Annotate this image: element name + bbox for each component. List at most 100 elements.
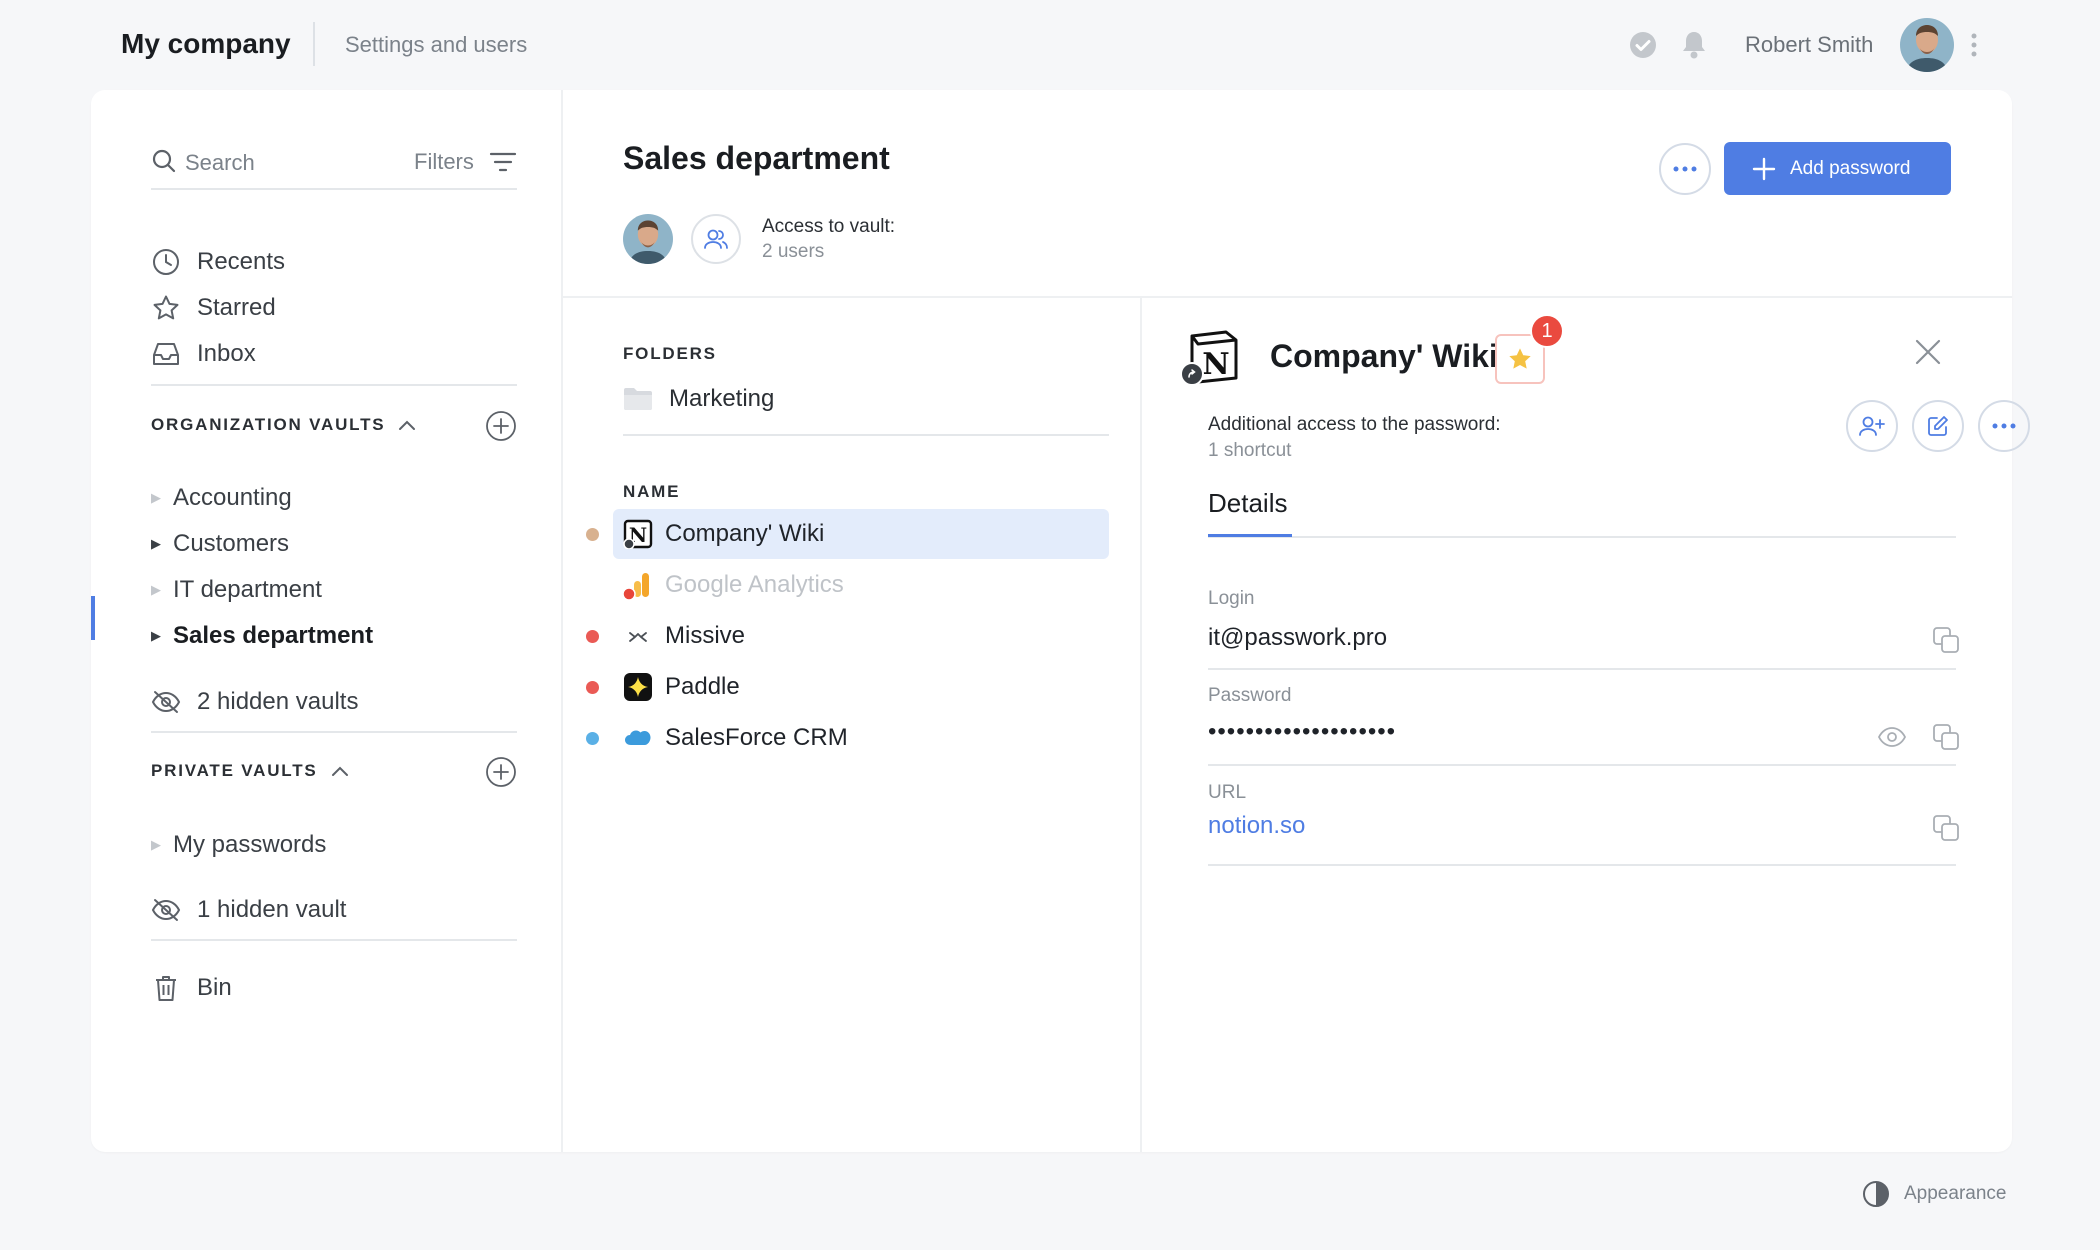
vault-more-button[interactable]: [1659, 143, 1711, 195]
edit-button[interactable]: [1912, 400, 1964, 452]
share-button[interactable]: [1846, 400, 1898, 452]
password-more-button[interactable]: [1978, 400, 2030, 452]
status-dot: [586, 528, 599, 541]
avatar[interactable]: [623, 214, 673, 264]
password-value[interactable]: ••••••••••••••••••••: [1208, 718, 1396, 746]
contrast-icon: [1862, 1180, 1890, 1208]
status-dot: [586, 681, 599, 694]
user-name[interactable]: Robert Smith: [1745, 32, 1873, 58]
shortcut-icon: [1180, 362, 1204, 386]
divider: [151, 939, 517, 941]
vault-item-my-passwords[interactable]: ▶ My passwords: [151, 828, 517, 862]
users-icon: [703, 227, 729, 251]
expand-triangle-icon[interactable]: ▶: [151, 582, 163, 598]
salesforce-icon: [623, 723, 653, 753]
add-vault-icon[interactable]: [485, 410, 517, 442]
expand-triangle-icon[interactable]: ▶: [151, 837, 163, 853]
private-vaults-header[interactable]: PRIVATE VAULTS: [151, 754, 517, 788]
section-title: PRIVATE VAULTS: [151, 761, 318, 780]
password-row-company-wiki[interactable]: N Company' Wiki: [586, 509, 1109, 559]
folder-item-marketing[interactable]: Marketing: [623, 382, 774, 416]
status-dot: [586, 630, 599, 643]
hidden-vaults-private[interactable]: 1 hidden vault: [151, 892, 517, 928]
section-title: ORGANIZATION VAULTS: [151, 415, 386, 434]
expand-triangle-icon[interactable]: ▶: [151, 628, 163, 644]
filter-icon[interactable]: [489, 151, 517, 173]
inbox-icon: [151, 339, 181, 369]
password-name: Missive: [665, 622, 746, 649]
login-value[interactable]: it@passwork.pro: [1208, 624, 1387, 652]
vault-users-button[interactable]: [691, 214, 741, 264]
divider: [151, 384, 517, 386]
search-bar[interactable]: Search Filters: [151, 140, 517, 190]
company-name[interactable]: My company: [121, 28, 291, 60]
bell-icon[interactable]: [1680, 29, 1708, 61]
search-input[interactable]: Search: [185, 150, 255, 176]
kebab-menu-icon[interactable]: [1970, 32, 1978, 58]
edit-icon: [1926, 414, 1950, 438]
hidden-vaults-org[interactable]: 2 hidden vaults: [151, 684, 517, 720]
expand-triangle-icon[interactable]: ▶: [151, 536, 163, 552]
more-horizontal-icon: [1991, 423, 2017, 429]
password-row-salesforce-crm[interactable]: SalesForce CRM: [586, 713, 1109, 763]
eye-off-icon: [151, 687, 181, 717]
password-label: Password: [1208, 685, 1292, 706]
sidebar-item-inbox[interactable]: Inbox: [151, 336, 517, 372]
sidebar-item-label: Bin: [197, 974, 232, 1001]
notification-badge: 1: [1530, 314, 1564, 348]
paddle-icon: [623, 672, 653, 702]
add-vault-icon[interactable]: [485, 756, 517, 788]
name-column-header: NAME: [623, 482, 681, 501]
sidebar-item-recents[interactable]: Recents: [151, 244, 517, 280]
folder-icon: [623, 387, 653, 411]
password-row-missive[interactable]: Missive: [586, 611, 1109, 661]
star-icon: [1507, 346, 1533, 372]
sidebar: Search Filters Recents Starred Inbox ORG…: [91, 90, 563, 1152]
sidebar-item-bin[interactable]: Bin: [151, 970, 517, 1006]
copy-icon[interactable]: [1932, 626, 1960, 654]
vault-item-it-department[interactable]: ▶ IT department: [151, 573, 517, 607]
divider: [1208, 764, 1956, 766]
close-icon[interactable]: [1914, 338, 1942, 366]
expand-triangle-icon[interactable]: ▶: [151, 490, 163, 506]
password-name: Google Analytics: [665, 571, 844, 598]
notion-icon: N: [1180, 328, 1242, 386]
divider: [151, 731, 517, 733]
filters-button[interactable]: Filters: [414, 149, 474, 175]
password-title: Company' Wiki: [1270, 338, 1498, 374]
check-icon[interactable]: [1629, 31, 1657, 59]
vault-item-label: Sales department: [173, 622, 374, 649]
password-detail: N Company' Wiki 1 Additional access to t…: [1142, 298, 2030, 1152]
more-horizontal-icon: [1672, 166, 1698, 172]
password-row-paddle[interactable]: Paddle: [586, 662, 1109, 712]
add-user-icon: [1858, 414, 1886, 438]
tab-active-indicator: [1208, 534, 1292, 537]
trash-icon: [151, 973, 181, 1003]
vault-item-label: Accounting: [173, 484, 292, 511]
settings-and-users-link[interactable]: Settings and users: [345, 32, 527, 58]
avatar[interactable]: [1900, 18, 1954, 72]
chevron-up-icon[interactable]: [397, 418, 417, 432]
appearance-toggle[interactable]: Appearance: [1862, 1180, 2006, 1208]
vault-item-label: My passwords: [173, 831, 327, 858]
vault-access-count: 2 users: [762, 241, 825, 262]
sidebar-item-starred[interactable]: Starred: [151, 290, 517, 326]
vault-item-sales-department[interactable]: ▶ Sales department: [151, 619, 517, 653]
top-bar: My company Settings and users Robert Smi…: [0, 0, 2100, 90]
star-icon: [151, 293, 181, 323]
password-row-google-analytics[interactable]: Google Analytics: [613, 560, 1109, 610]
organization-vaults-header[interactable]: ORGANIZATION VAULTS: [151, 408, 517, 442]
copy-icon[interactable]: [1932, 723, 1960, 751]
eye-icon[interactable]: [1877, 726, 1907, 748]
additional-access-count: 1 shortcut: [1208, 440, 1292, 461]
add-password-button[interactable]: Add password: [1724, 142, 1951, 195]
chevron-up-icon[interactable]: [330, 764, 350, 778]
url-link[interactable]: notion.so: [1208, 812, 1305, 840]
tab-details[interactable]: Details: [1208, 488, 1287, 519]
status-dot: [586, 732, 599, 745]
vault-item-accounting[interactable]: ▶ Accounting: [151, 481, 517, 515]
vault-item-label: IT department: [173, 576, 322, 603]
copy-icon[interactable]: [1932, 814, 1960, 842]
vault-item-customers[interactable]: ▶ Customers: [151, 527, 517, 561]
divider: [623, 434, 1109, 436]
